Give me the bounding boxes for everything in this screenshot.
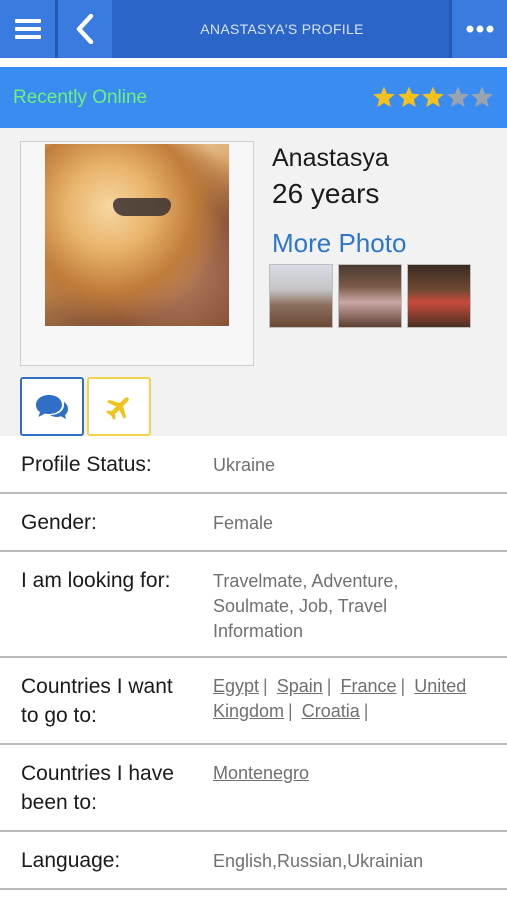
photo-thumbnail[interactable] xyxy=(269,264,333,328)
profile-summary: Anastasya 26 years More Photo xyxy=(0,128,507,436)
detail-label: Gender: xyxy=(21,511,97,534)
online-status-label: Recently Online xyxy=(13,87,148,108)
main-photo[interactable] xyxy=(45,144,229,326)
country-link-montenegro[interactable]: Montenegro xyxy=(213,763,309,783)
detail-row-countries-been: Countries I have been to: Montenegro xyxy=(0,745,507,832)
rating-stars xyxy=(372,85,495,111)
detail-value: Travelmate, Adventure, Soulmate, Job, Tr… xyxy=(213,571,399,641)
star-filled-icon xyxy=(397,86,420,107)
airplane-icon xyxy=(105,396,129,420)
more-options-button[interactable] xyxy=(452,0,507,58)
chevron-left-icon xyxy=(76,14,94,44)
top-nav-bar: ANASTASYA'S PROFILE xyxy=(0,0,507,58)
detail-row-profile-status: Profile Status: Ukraine xyxy=(0,436,507,494)
country-link-spain[interactable]: Spain xyxy=(277,676,323,696)
detail-value: Female xyxy=(213,513,274,533)
detail-value: English,Russian,Ukrainian xyxy=(213,851,424,871)
detail-value: Ukraine xyxy=(213,455,276,475)
chat-bubbles-icon xyxy=(36,394,68,419)
photo-detail xyxy=(113,198,171,216)
star-filled-icon xyxy=(422,86,444,107)
detail-label: Countries I want to go to: xyxy=(21,675,173,727)
online-status-bar: Recently Online xyxy=(0,67,507,128)
detail-label: Countries I have been to: xyxy=(21,762,174,814)
country-link-france[interactable]: France xyxy=(340,676,396,696)
country-link-croatia[interactable]: Croatia xyxy=(302,701,360,721)
page-title: ANASTASYA'S PROFILE xyxy=(200,21,364,37)
country-link-egypt[interactable]: Egypt xyxy=(213,676,259,696)
profile-age: 26 years xyxy=(272,178,380,209)
more-photo-link[interactable]: More Photo xyxy=(272,228,406,259)
hamburger-icon xyxy=(14,19,41,39)
detail-value: Egypt | Spain | France | United Kingdom | Cr… xyxy=(213,676,467,721)
detail-row-language: Language: English,Russian,Ukrainian xyxy=(0,832,507,890)
chat-button[interactable] xyxy=(20,377,84,436)
more-dots-icon xyxy=(466,25,493,33)
detail-value: Montenegro xyxy=(213,761,493,786)
detail-row-looking-for: I am looking for: Travelmate, Adventure,… xyxy=(0,552,507,658)
photo-thumbnail[interactable] xyxy=(407,264,471,328)
menu-button[interactable] xyxy=(0,0,55,58)
back-button[interactable] xyxy=(58,0,112,58)
star-empty-icon xyxy=(446,86,469,107)
travel-button[interactable] xyxy=(87,377,151,436)
detail-label: I am looking for: xyxy=(21,569,171,592)
detail-row-countries-want: Countries I want to go to: Egypt | Spain |… xyxy=(0,658,507,745)
detail-label: Language: xyxy=(21,849,121,872)
profile-name: Anastasya xyxy=(272,144,389,172)
star-empty-icon xyxy=(471,86,493,107)
photo-thumbnail[interactable] xyxy=(338,264,402,328)
detail-row-gender: Gender: Female xyxy=(0,494,507,552)
main-photo-frame[interactable] xyxy=(20,141,254,366)
detail-label: Profile Status: xyxy=(21,453,152,476)
star-filled-icon xyxy=(373,86,395,107)
